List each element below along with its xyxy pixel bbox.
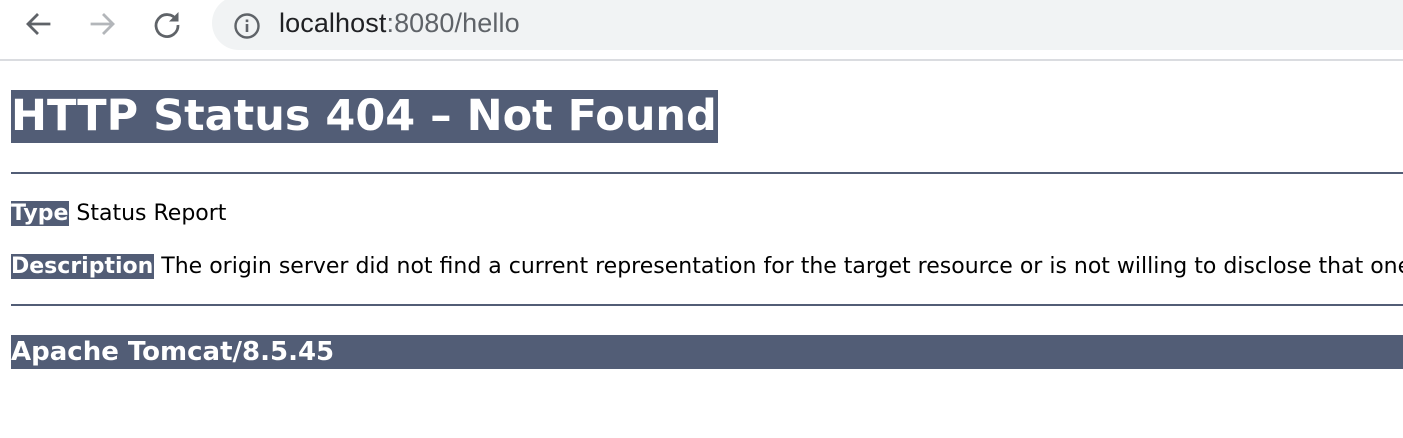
reload-icon	[154, 12, 180, 38]
address-bar[interactable]: localhost:8080/hello	[212, 0, 1403, 50]
divider	[11, 172, 1403, 174]
server-info-bar: Apache Tomcat/8.5.45	[11, 335, 1403, 369]
page-title: HTTP Status 404 – Not Found	[11, 90, 718, 143]
url-host: localhost	[279, 8, 387, 38]
type-label: Type	[11, 201, 70, 226]
server-info: Apache Tomcat/8.5.45	[11, 337, 335, 367]
url-path: :8080/hello	[386, 8, 520, 38]
description-value: The origin server did not find a current…	[154, 254, 1403, 279]
description-line: Description The origin server did not fi…	[11, 253, 1403, 281]
url-text[interactable]: localhost:8080/hello	[279, 5, 520, 41]
arrow-right-icon	[90, 13, 115, 35]
arrow-left-icon	[26, 13, 51, 35]
type-value: Status Report	[69, 201, 227, 226]
info-circle-icon[interactable]	[233, 12, 261, 40]
type-line: Type Status Report	[11, 200, 226, 228]
browser-toolbar: localhost:8080/hello	[0, 0, 1403, 61]
divider	[11, 304, 1403, 306]
forward-button[interactable]	[85, 6, 121, 42]
reload-button[interactable]	[149, 6, 185, 42]
back-button[interactable]	[20, 6, 56, 42]
description-label: Description	[11, 254, 155, 279]
